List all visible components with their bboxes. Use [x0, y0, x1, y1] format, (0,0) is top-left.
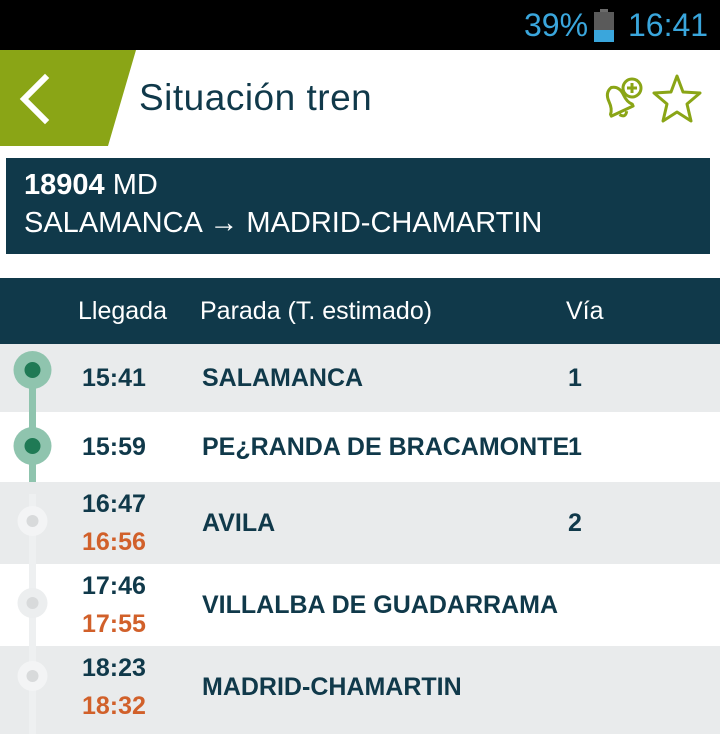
- stop-track: 2: [568, 509, 582, 537]
- stop-name: SALAMANCA: [202, 364, 364, 392]
- train-route: SALAMANCA → MADRID-CHAMARTIN: [24, 204, 710, 242]
- estimated-time: 16:56: [82, 528, 146, 556]
- column-stop: Parada (T. estimado): [200, 297, 433, 325]
- back-button[interactable]: [0, 50, 140, 146]
- train-type: MD: [112, 169, 158, 201]
- scheduled-time: 15:59: [82, 433, 146, 461]
- battery-icon: [594, 9, 614, 42]
- stop-row[interactable]: 15:59 PE¿RANDA DE BRACAMONTE 1: [0, 412, 720, 482]
- status-bar: 39% 16:41: [0, 0, 720, 50]
- alert-button[interactable]: [594, 72, 648, 126]
- train-number: 18904: [24, 169, 105, 201]
- timeline-dot-passed: [13, 351, 52, 389]
- timeline: [13, 351, 52, 734]
- column-track: Vía: [566, 297, 604, 325]
- timeline-dot-pending: [17, 506, 48, 536]
- scheduled-time: 15:41: [82, 364, 146, 392]
- stop-name: VILLALBA DE GUADARRAMA: [202, 591, 558, 619]
- stop-name: PE¿RANDA DE BRACAMONTE: [202, 433, 570, 461]
- stop-name: MADRID-CHAMARTIN: [202, 673, 462, 701]
- chevron-left-icon: [0, 50, 136, 146]
- bell-plus-icon: [605, 77, 643, 118]
- stop-row[interactable]: 15:41 SALAMANCA 1: [0, 344, 720, 412]
- estimated-time: 17:55: [82, 610, 146, 638]
- page-title: Situación tren: [139, 77, 373, 118]
- column-arrival: Llegada: [78, 297, 167, 325]
- estimated-time: 18:32: [82, 692, 146, 720]
- train-info-box: 18904 MD SALAMANCA → MADRID-CHAMARTIN: [6, 158, 710, 254]
- row-background: [64, 482, 720, 564]
- star-outline-icon: [652, 74, 702, 123]
- scheduled-time: 18:23: [82, 654, 146, 682]
- stop-row[interactable]: 16:47 16:56 AVILA 2: [0, 482, 720, 564]
- stop-row[interactable]: 17:46 17:55 VILLALBA DE GUADARRAMA: [0, 564, 720, 646]
- timeline-dot-pending: [17, 588, 48, 618]
- route-origin: SALAMANCA: [24, 207, 202, 239]
- stop-track: 1: [568, 433, 582, 461]
- route-arrow: →: [209, 207, 239, 239]
- timeline-dot-pending: [17, 661, 48, 691]
- scheduled-time: 17:46: [82, 572, 146, 600]
- favorite-button[interactable]: [650, 72, 704, 126]
- timeline-dot-passed: [13, 427, 52, 465]
- train-id-line: 18904 MD: [24, 166, 710, 204]
- row-background: [64, 344, 720, 412]
- route-destination: MADRID-CHAMARTIN: [246, 207, 543, 239]
- app-header: Situación tren: [0, 50, 720, 146]
- stop-track: 1: [568, 364, 582, 392]
- stop-row[interactable]: 18:23 18:32 MADRID-CHAMARTIN: [0, 646, 720, 734]
- scheduled-time: 16:47: [82, 490, 146, 518]
- stop-name: AVILA: [202, 509, 276, 537]
- status-time: 16:41: [628, 7, 709, 43]
- battery-percent: 39%: [524, 7, 589, 43]
- stops-table-header: Llegada Parada (T. estimado) Vía: [0, 278, 720, 344]
